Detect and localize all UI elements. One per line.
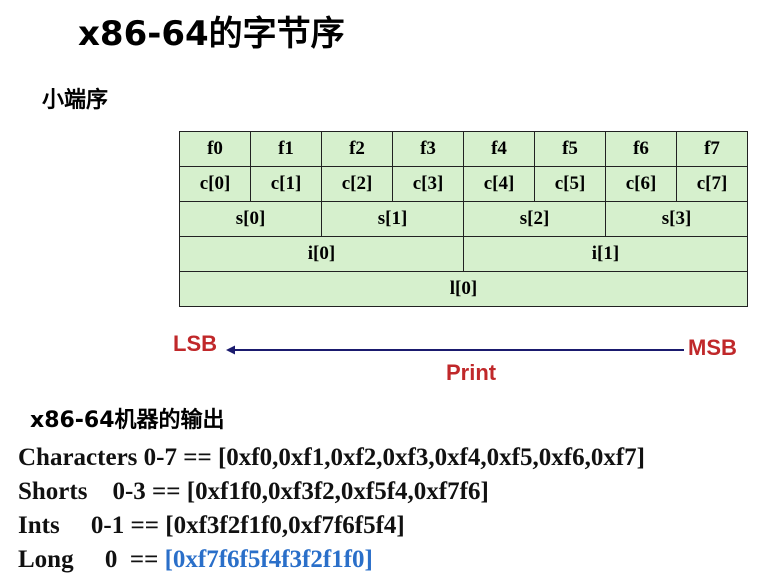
char-cell: c[6] bbox=[605, 166, 677, 202]
print-direction-arrow bbox=[226, 345, 684, 355]
table-row-long: l[0] bbox=[179, 271, 748, 307]
short-cell: s[3] bbox=[605, 201, 748, 237]
table-row-shorts: s[0] s[1] s[2] s[3] bbox=[179, 201, 748, 237]
output-line-shorts: Shorts 0-3 == [0xf1f0,0xf3f2,0xf5f4,0xf7… bbox=[18, 478, 489, 505]
short-cell: s[2] bbox=[463, 201, 606, 237]
byte-cell: f0 bbox=[179, 131, 251, 167]
output-section-title: x86-64机器的输出 bbox=[30, 408, 225, 433]
byte-cell: f1 bbox=[250, 131, 322, 167]
char-cell: c[0] bbox=[179, 166, 251, 202]
print-label: Print bbox=[446, 360, 497, 385]
byte-cell: f3 bbox=[392, 131, 464, 167]
table-row-ints: i[0] i[1] bbox=[179, 236, 748, 272]
output-line-long: Long 0 == [0xf7f6f5f4f3f2f1f0] bbox=[18, 546, 373, 574]
byte-cell: f2 bbox=[321, 131, 393, 167]
byte-cell: f4 bbox=[463, 131, 535, 167]
byte-cell: f6 bbox=[605, 131, 677, 167]
char-cell: c[2] bbox=[321, 166, 393, 202]
output-line-long-prefix: Long 0 == bbox=[18, 546, 165, 573]
char-cell: c[7] bbox=[676, 166, 748, 202]
output-line-characters: Characters 0-7 == [0xf0,0xf1,0xf2,0xf3,0… bbox=[18, 444, 645, 471]
byte-layout-table: f0 f1 f2 f3 f4 f5 f6 f7 c[0] c[1] c[2] c… bbox=[179, 131, 748, 307]
int-cell: i[1] bbox=[463, 236, 748, 272]
byte-cell: f7 bbox=[676, 131, 748, 167]
char-cell: c[4] bbox=[463, 166, 535, 202]
table-row-bytes: f0 f1 f2 f3 f4 f5 f6 f7 bbox=[179, 131, 748, 167]
table-row-chars: c[0] c[1] c[2] c[3] c[4] c[5] c[6] c[7] bbox=[179, 166, 748, 202]
lsb-label: LSB bbox=[173, 331, 217, 356]
long-cell: l[0] bbox=[179, 271, 748, 307]
short-cell: s[0] bbox=[179, 201, 322, 237]
short-cell: s[1] bbox=[321, 201, 464, 237]
output-line-ints: Ints 0-1 == [0xf3f2f1f0,0xf7f6f5f4] bbox=[18, 512, 405, 539]
char-cell: c[1] bbox=[250, 166, 322, 202]
output-line-long-value: [0xf7f6f5f4f3f2f1f0] bbox=[164, 546, 373, 573]
int-cell: i[0] bbox=[179, 236, 464, 272]
msb-label: MSB bbox=[688, 335, 737, 360]
char-cell: c[3] bbox=[392, 166, 464, 202]
byte-cell: f5 bbox=[534, 131, 606, 167]
char-cell: c[5] bbox=[534, 166, 606, 202]
section-subtitle-little-endian: 小端序 bbox=[42, 88, 109, 113]
page-title: x86-64的字节序 bbox=[78, 14, 345, 54]
